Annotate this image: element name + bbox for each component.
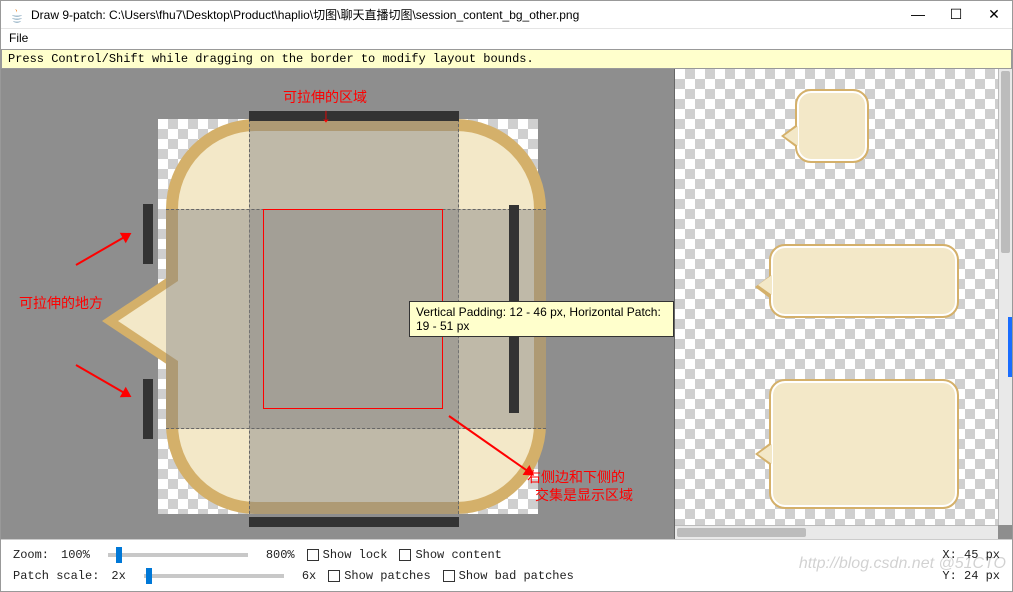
arrow-down-icon: ↓ — [321, 105, 331, 128]
zoom-slider[interactable] — [108, 553, 248, 557]
preview-bubble-wide — [769, 244, 959, 318]
scrollbar-thumb[interactable] — [1001, 71, 1010, 253]
hint-bar: Press Control/Shift while dragging on th… — [1, 49, 1012, 69]
java-icon — [9, 7, 25, 23]
preview-h-scrollbar[interactable] — [675, 525, 998, 539]
coord-x: X: 45 px — [942, 548, 1000, 562]
zoom-label: Zoom: — [13, 548, 49, 562]
scrollbar-thumb[interactable] — [677, 528, 806, 537]
show-lock-checkbox[interactable]: Show lock — [307, 548, 388, 562]
preview-area — [675, 69, 998, 525]
scale-max: 6x — [302, 569, 316, 583]
annotation-stretch-area: 可拉伸的区域 — [283, 87, 367, 107]
patch-tooltip: Vertical Padding: 12 - 46 px, Horizontal… — [409, 301, 674, 337]
close-button[interactable]: ✕ — [984, 6, 1004, 23]
titlebar: Draw 9-patch: C:\Users\fhu7\Desktop\Prod… — [1, 1, 1012, 29]
app-window: Draw 9-patch: C:\Users\fhu7\Desktop\Prod… — [0, 0, 1013, 592]
menu-file[interactable]: File — [9, 31, 28, 45]
maximize-button[interactable]: ☐ — [946, 6, 966, 23]
arrow-upper-icon — [76, 234, 129, 266]
main-canvas[interactable]: 可拉伸的区域 ↓ 可拉伸的地方 右侧边和下侧的 交集是显示区域 Vertical… — [1, 69, 674, 539]
left-patch-marker-bottom[interactable] — [143, 379, 153, 439]
menubar: File — [1, 29, 1012, 49]
left-patch-marker-top[interactable] — [143, 204, 153, 264]
preview-bubble-small — [795, 89, 869, 163]
zoom-max: 800% — [266, 548, 295, 562]
zoom-min: 100% — [61, 548, 90, 562]
bottom-padding-marker[interactable] — [249, 517, 459, 527]
annotation-intersection-1: 右侧边和下侧的 — [527, 467, 625, 487]
show-patches-checkbox[interactable]: Show patches — [328, 569, 430, 583]
preview-v-scrollbar[interactable] — [998, 69, 1012, 525]
scale-slider-knob[interactable] — [146, 568, 152, 584]
bottom-toolbar: Zoom: 100% 800% Show lock Show content X… — [1, 539, 1012, 591]
top-patch-marker[interactable] — [249, 111, 459, 121]
selection-edge — [1008, 317, 1012, 377]
coord-y: Y: 24 px — [942, 569, 1000, 583]
window-title: Draw 9-patch: C:\Users\fhu7\Desktop\Prod… — [31, 6, 908, 23]
preview-bubble-tall — [769, 379, 959, 509]
show-content-checkbox[interactable]: Show content — [399, 548, 501, 562]
patch-scale-label: Patch scale: — [13, 569, 99, 583]
minimize-button[interactable]: — — [908, 6, 928, 23]
annotation-stretch-place: 可拉伸的地方 — [19, 293, 103, 313]
preview-pane — [674, 69, 1012, 539]
show-bad-patches-checkbox[interactable]: Show bad patches — [443, 569, 574, 583]
scale-min: 2x — [111, 569, 125, 583]
annotation-intersection-2: 交集是显示区域 — [535, 485, 633, 505]
window-controls: — ☐ ✕ — [908, 6, 1004, 23]
workspace: 可拉伸的区域 ↓ 可拉伸的地方 右侧边和下侧的 交集是显示区域 Vertical… — [1, 69, 1012, 539]
patch-scale-slider[interactable] — [144, 574, 284, 578]
zoom-slider-knob[interactable] — [116, 547, 122, 563]
